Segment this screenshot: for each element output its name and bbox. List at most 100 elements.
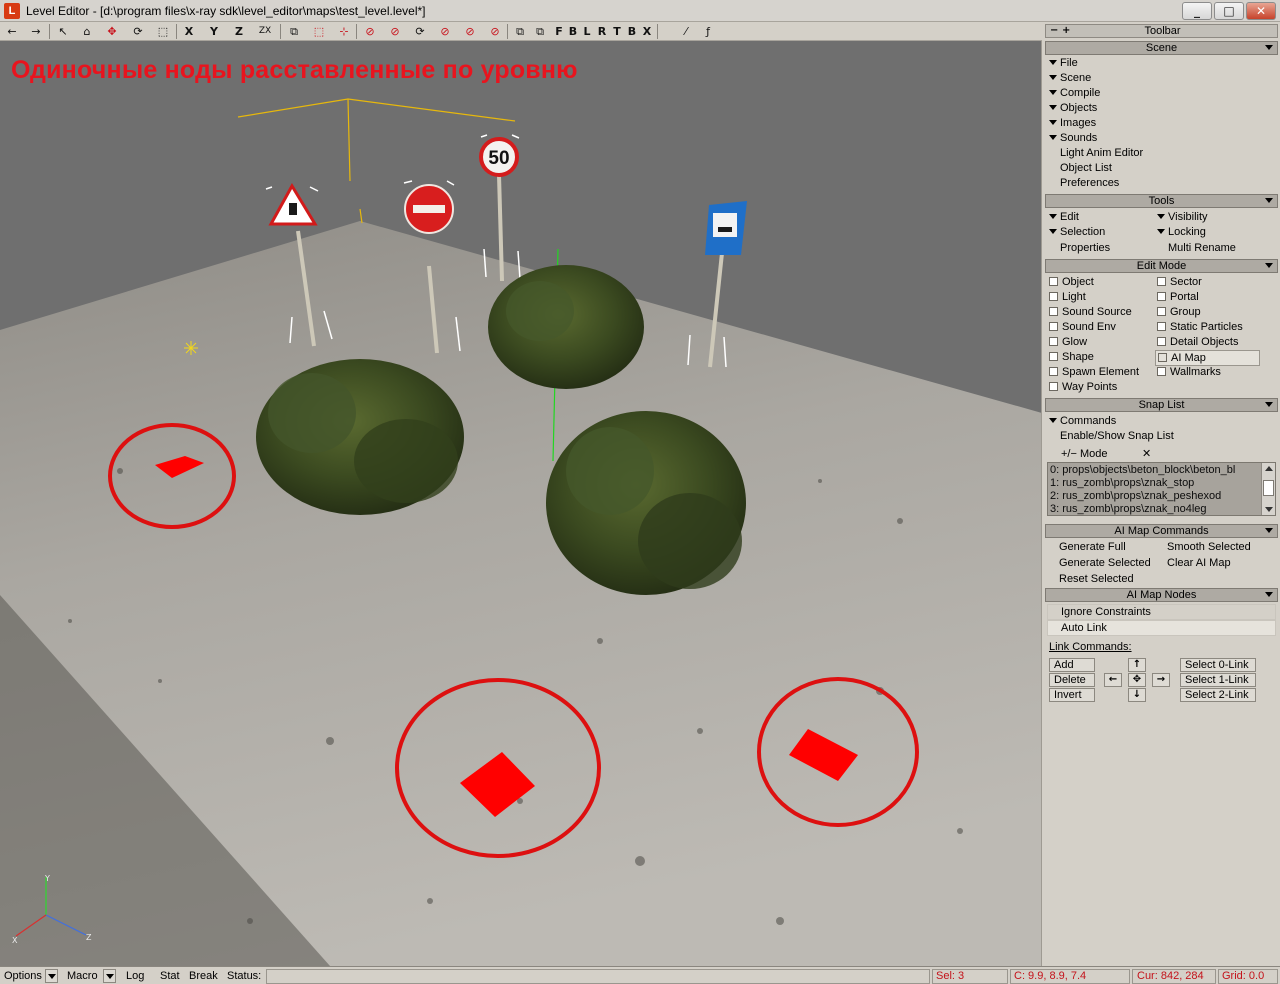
add-object-icon[interactable]: ⌂ (79, 23, 95, 40)
snap-commands[interactable]: Commands (1049, 414, 1116, 428)
rotate-icon[interactable]: ⟳ (130, 23, 146, 40)
zoom-selected-icon[interactable]: ⧉ (532, 23, 548, 40)
mode-sound-env[interactable]: Sound Env (1049, 320, 1116, 334)
reset-selected-button[interactable]: Reset Selected (1059, 572, 1134, 586)
tools-properties[interactable]: Properties (1060, 241, 1110, 255)
axis-z-button[interactable]: Z (232, 23, 246, 40)
snap-grid-icon[interactable]: ⧉ (286, 23, 302, 40)
scene-section-header[interactable]: Scene (1045, 41, 1278, 55)
refresh-icon[interactable]: ⟳ (412, 23, 428, 40)
mode-way-points[interactable]: Way Points (1049, 380, 1117, 394)
link-down-arrow-icon[interactable]: ↓ (1128, 688, 1146, 702)
list-item[interactable]: 0: props\objects\beton_block\beton_bl (1050, 464, 1235, 477)
menu-file[interactable]: File (1049, 56, 1078, 70)
view-front-button[interactable]: F (554, 23, 564, 40)
mode-object[interactable]: Object (1049, 275, 1094, 289)
tools-multi-rename[interactable]: Multi Rename (1168, 241, 1236, 255)
view-left-button[interactable]: L (582, 23, 592, 40)
snap-move-icon[interactable]: ⊘ (387, 23, 403, 40)
ai-map-commands-section-header[interactable]: AI Map Commands (1045, 524, 1278, 538)
list-item[interactable]: 3: rus_zomb\props\znak_no4leg (1050, 503, 1207, 515)
undo-icon[interactable]: ← (4, 23, 20, 40)
maximize-button[interactable]: □ (1214, 2, 1244, 20)
camera-planar-icon[interactable]: ⁄ (680, 23, 692, 40)
zoom-extents-icon[interactable]: ⧉ (512, 23, 528, 40)
link-up-arrow-icon[interactable]: ↑ (1128, 658, 1146, 672)
menu-object-list[interactable]: Object List (1060, 161, 1112, 175)
tools-edit[interactable]: Edit (1049, 210, 1079, 224)
snap-angle-icon[interactable]: ⊘ (362, 23, 378, 40)
menu-preferences[interactable]: Preferences (1060, 176, 1119, 190)
mode-group[interactable]: Group (1157, 305, 1201, 319)
close-button[interactable]: ✕ (1246, 2, 1276, 20)
link-all-directions-icon[interactable]: ✥ (1128, 673, 1146, 687)
checkbox[interactable] (1157, 307, 1166, 316)
view-reset-button[interactable]: X (642, 23, 652, 40)
link-left-arrow-icon[interactable]: ← (1104, 673, 1122, 687)
generate-selected-button[interactable]: Generate Selected (1059, 556, 1151, 570)
menu-scene[interactable]: Scene (1049, 71, 1091, 85)
checkbox[interactable] (1049, 382, 1058, 391)
minimize-button[interactable]: _ (1182, 2, 1212, 20)
snap-list-box[interactable]: 0: props\objects\beton_block\beton_bl 1:… (1047, 462, 1276, 516)
menu-compile[interactable]: Compile (1049, 86, 1100, 100)
ignore-constraints-toggle[interactable]: Ignore Constraints (1047, 604, 1276, 620)
mode-portal[interactable]: Portal (1157, 290, 1199, 304)
generate-full-button[interactable]: Generate Full (1059, 540, 1126, 554)
checkbox[interactable] (1157, 337, 1166, 346)
mode-static-particles[interactable]: Static Particles (1157, 320, 1243, 334)
log-button[interactable]: Log (126, 969, 144, 983)
edit-mode-section-header[interactable]: Edit Mode (1045, 259, 1278, 273)
scroll-thumb[interactable] (1263, 480, 1274, 496)
select-2-link-button[interactable]: Select 2-Link (1180, 688, 1256, 702)
scroll-up-icon[interactable] (1265, 466, 1273, 471)
checkbox[interactable] (1049, 337, 1058, 346)
snap-clear-button[interactable]: ✕ (1142, 447, 1151, 461)
clear-ai-map-button[interactable]: Clear AI Map (1167, 556, 1231, 570)
checkbox[interactable] (1049, 367, 1058, 376)
tools-selection[interactable]: Selection (1049, 225, 1105, 239)
menu-images[interactable]: Images (1049, 116, 1096, 130)
options-menu[interactable]: Options (4, 969, 42, 983)
axis-x-button[interactable]: X (182, 23, 196, 40)
break-button[interactable]: Break (189, 969, 218, 983)
link-delete-button[interactable]: Delete (1049, 673, 1095, 687)
mode-ai-map[interactable]: AI Map (1155, 350, 1260, 366)
checkbox[interactable] (1049, 277, 1058, 286)
menu-objects[interactable]: Objects (1049, 101, 1097, 115)
checkbox[interactable] (1157, 277, 1166, 286)
checkbox[interactable] (1157, 322, 1166, 331)
stat-button[interactable]: Stat (160, 969, 180, 983)
smooth-selected-button[interactable]: Smooth Selected (1167, 540, 1251, 554)
axis-zx-button[interactable]: ZX (255, 23, 275, 40)
ai-map-nodes-section-header[interactable]: AI Map Nodes (1045, 588, 1278, 602)
select-1-link-button[interactable]: Select 1-Link (1180, 673, 1256, 687)
checkbox[interactable] (1158, 353, 1167, 362)
checkbox[interactable] (1157, 292, 1166, 301)
move-icon[interactable]: ✥ (104, 23, 120, 40)
mode-sector[interactable]: Sector (1157, 275, 1202, 289)
viewport-3d[interactable]: 50 Y X Z Одиночные ноды расставленные по… (0, 41, 1042, 966)
mode-glow[interactable]: Glow (1049, 335, 1087, 349)
link-add-button[interactable]: Add (1049, 658, 1095, 672)
snap-mode-toggle[interactable]: +/− Mode (1061, 447, 1107, 461)
tools-visibility[interactable]: Visibility (1157, 210, 1208, 224)
checkbox[interactable] (1049, 352, 1058, 361)
snap-normal-icon[interactable]: ⊘ (437, 23, 453, 40)
macro-menu[interactable]: Macro (67, 969, 98, 983)
axis-y-button[interactable]: Y (207, 23, 221, 40)
camera-free-icon[interactable]: ƒ (702, 23, 714, 40)
checkbox[interactable] (1049, 322, 1058, 331)
link-right-arrow-icon[interactable]: → (1152, 673, 1170, 687)
view-bottom-button[interactable]: B (627, 23, 637, 40)
checkbox[interactable] (1049, 307, 1058, 316)
mode-wallmarks[interactable]: Wallmarks (1157, 365, 1221, 379)
mode-detail-objects[interactable]: Detail Objects (1157, 335, 1238, 349)
mode-sound-source[interactable]: Sound Source (1049, 305, 1132, 319)
snap-rotate-icon[interactable]: ⊘ (462, 23, 478, 40)
list-item[interactable]: 1: rus_zomb\props\znak_stop (1050, 477, 1194, 490)
scroll-down-icon[interactable] (1265, 507, 1273, 512)
auto-link-toggle[interactable]: Auto Link (1047, 620, 1276, 636)
macro-dropdown-icon[interactable] (103, 969, 116, 983)
options-dropdown-icon[interactable] (45, 969, 58, 983)
